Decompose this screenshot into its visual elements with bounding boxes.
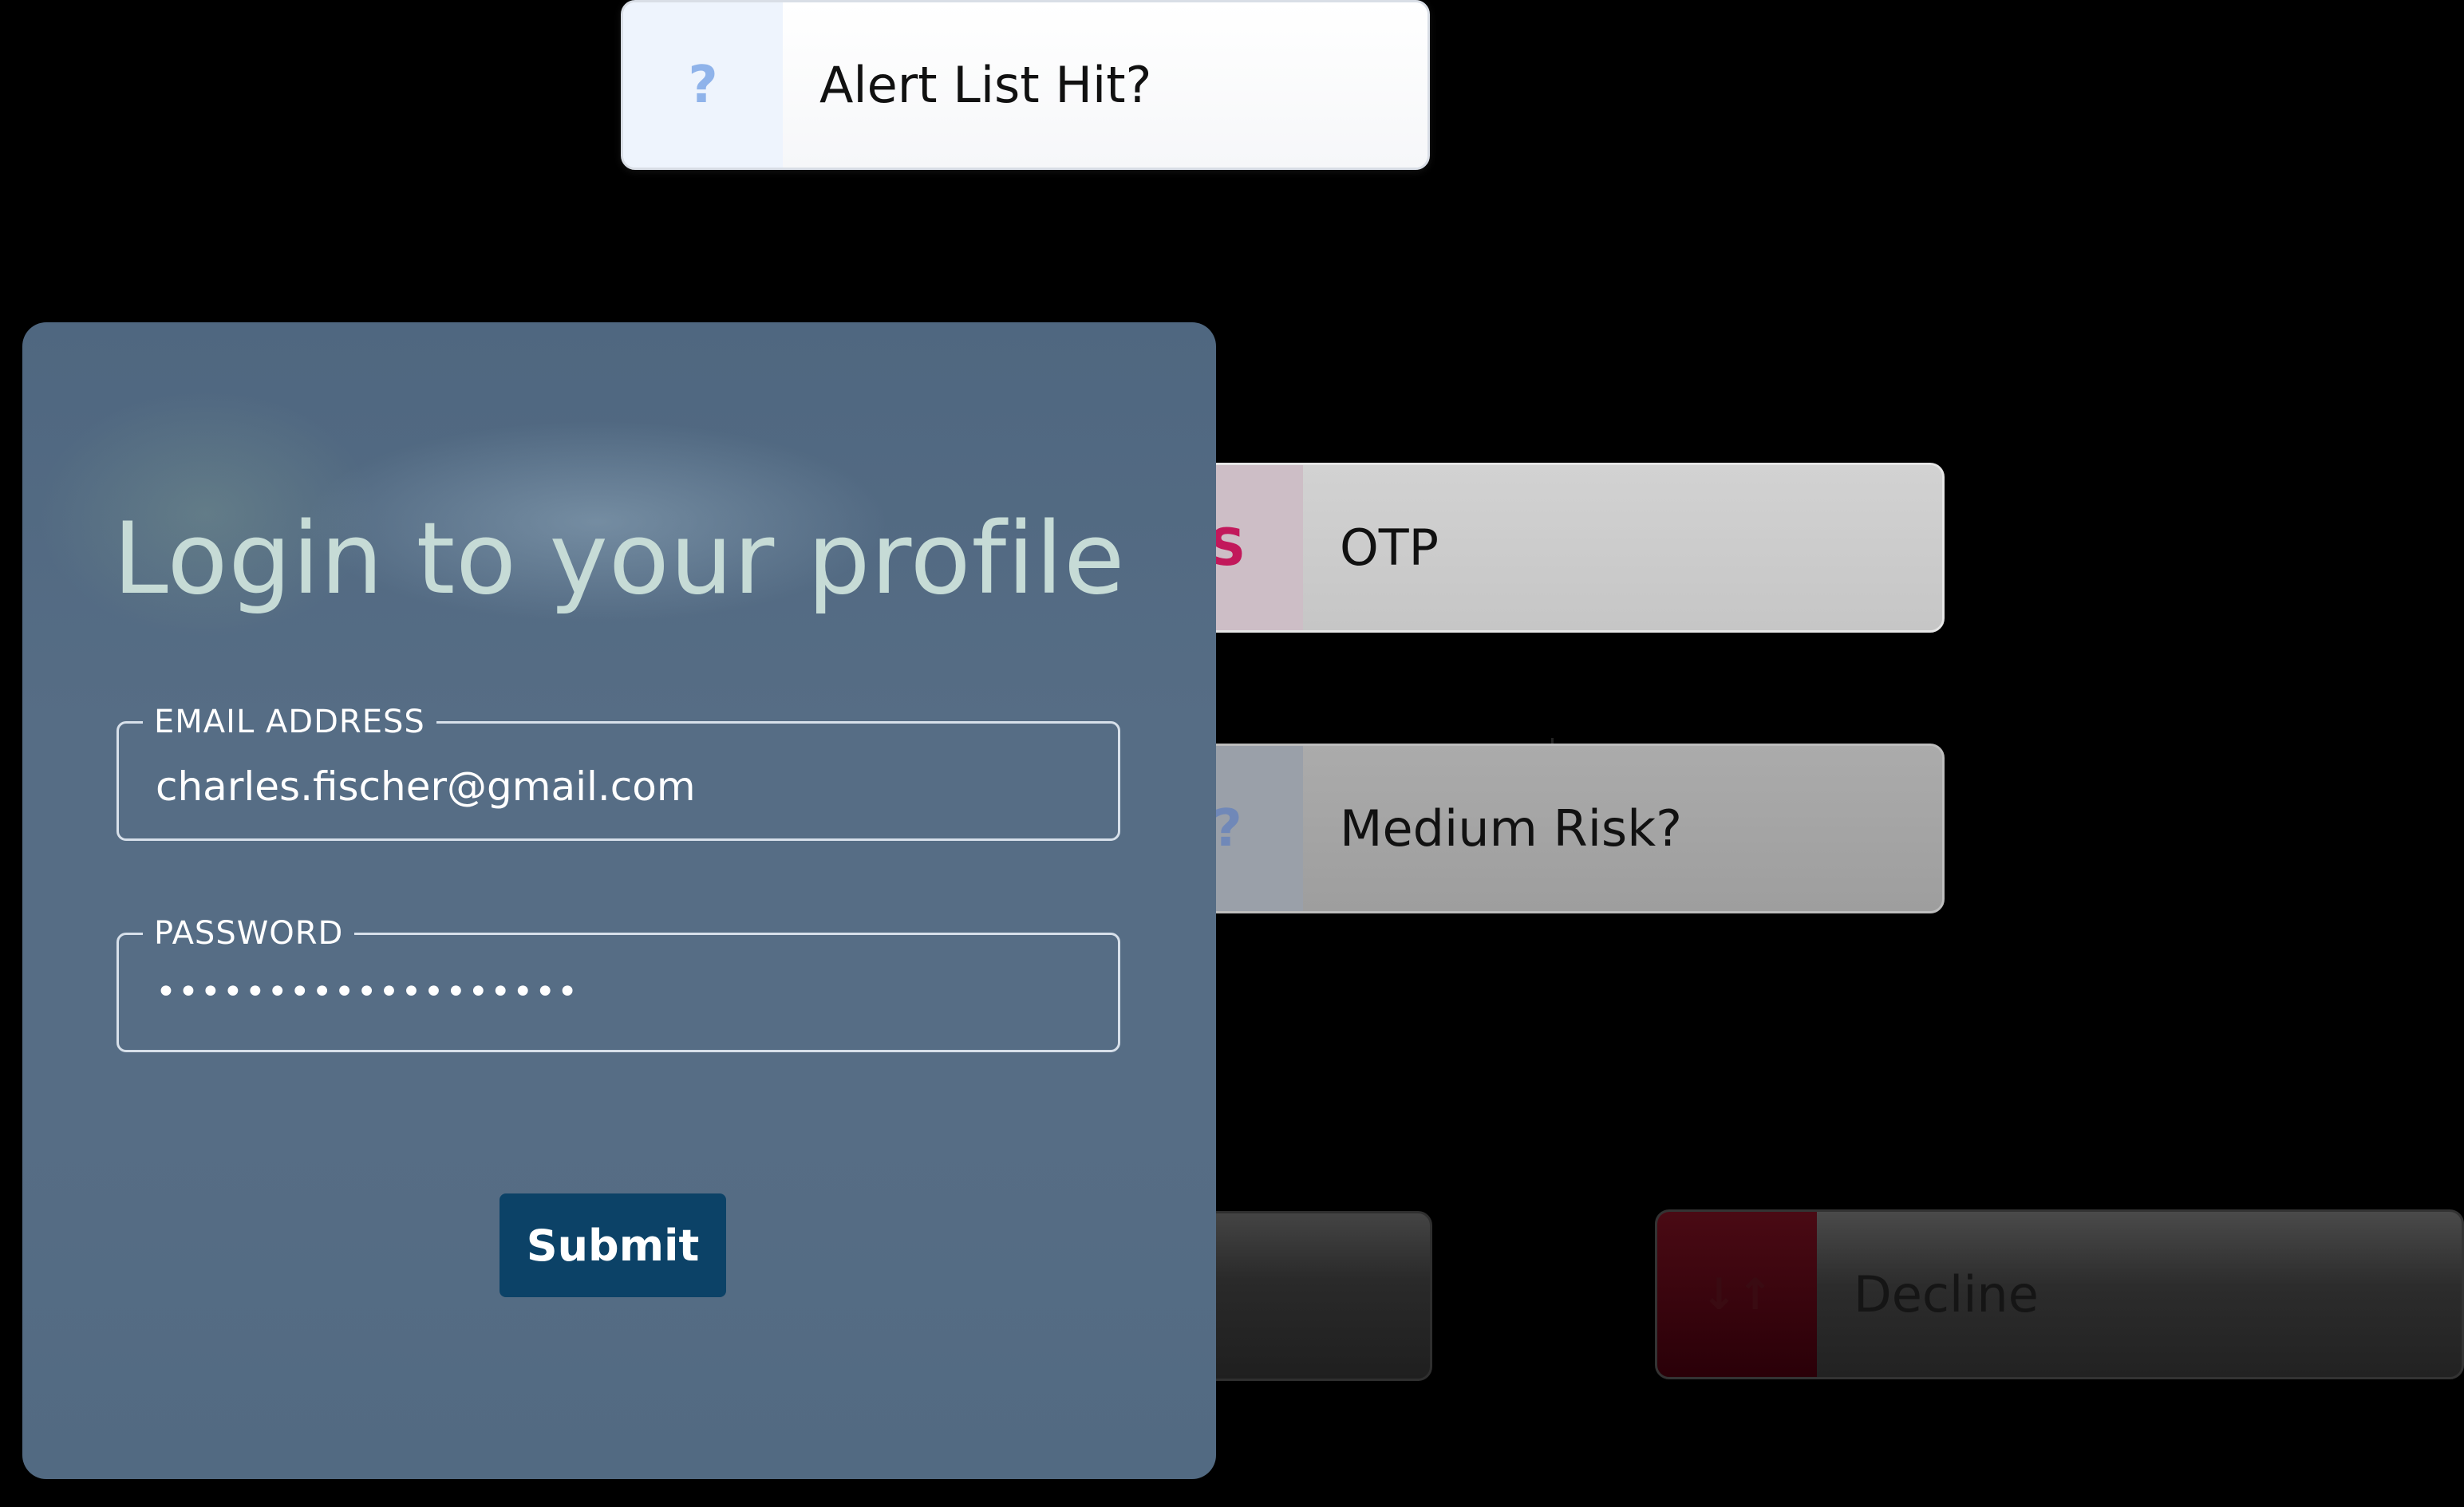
email-field[interactable]: EMAIL ADDRESS charles.fischer@gmail.com (116, 703, 1120, 841)
flow-node-otp[interactable]: S OTP (1149, 463, 1945, 633)
flow-node-decline[interactable]: ↓↑ Decline (1655, 1209, 2464, 1379)
password-field[interactable]: PASSWORD ••••••••••••••••••• (116, 914, 1120, 1052)
submit-button[interactable]: Submit (500, 1193, 726, 1297)
flow-node-alert-list-hit[interactable]: ? Alert List Hit? (621, 0, 1430, 170)
password-input-value[interactable]: ••••••••••••••••••• (156, 972, 579, 1012)
password-field-label: PASSWORD (143, 914, 355, 953)
flow-node-label: Medium Risk? (1303, 746, 1942, 911)
question-icon: ? (623, 2, 783, 168)
login-title: Login to your profile (113, 502, 1126, 617)
flow-node-label: Decline (1854, 1265, 2039, 1324)
flow-node-label: Alert List Hit? (783, 2, 1427, 168)
decline-icon: ↓↑ (1657, 1212, 1817, 1377)
login-card: Login to your profile EMAIL ADDRESS char… (22, 322, 1216, 1479)
email-field-label: EMAIL ADDRESS (143, 703, 436, 741)
flow-node-medium-risk[interactable]: ? Medium Risk? (1149, 744, 1945, 913)
flow-node-label: OTP (1303, 465, 1942, 630)
email-input-value[interactable]: charles.fischer@gmail.com (156, 763, 696, 810)
canvas: ? Alert List Hit? S OTP ? Medium Risk? ↓… (0, 0, 2464, 1507)
